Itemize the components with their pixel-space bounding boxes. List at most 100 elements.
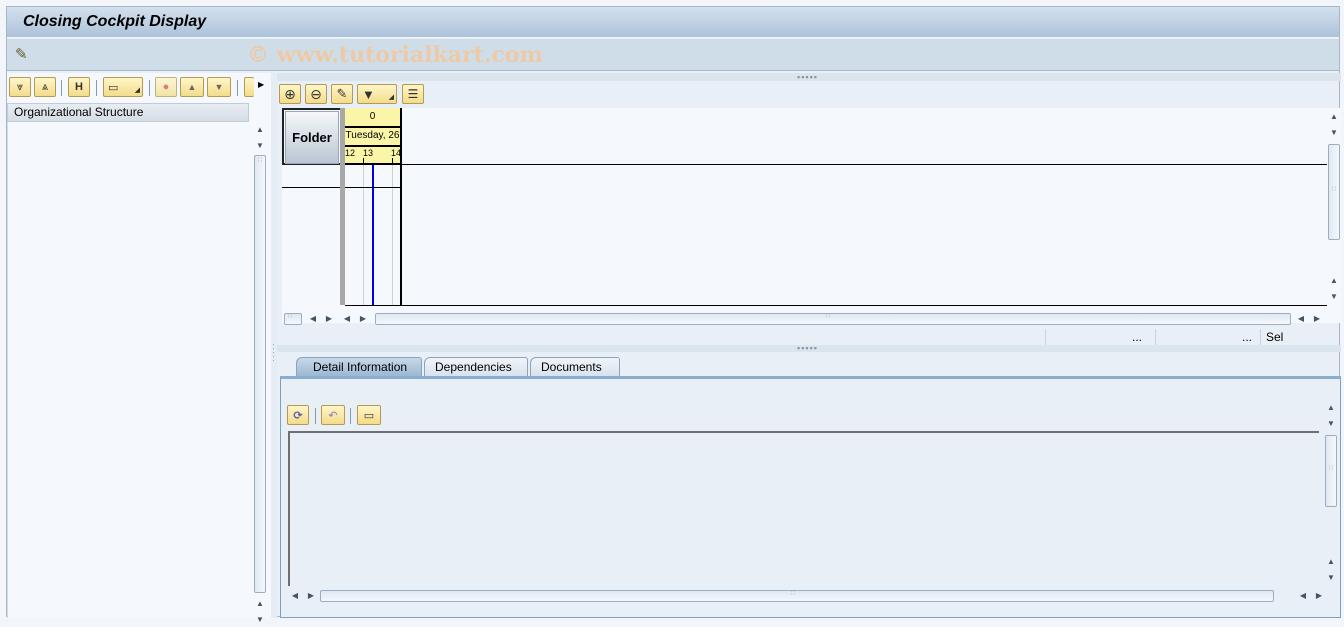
zoom-out-icon: ⊖ — [310, 85, 322, 102]
scroll-up-icon[interactable]: ▲ — [1324, 401, 1338, 415]
gantt-vertical-scrollbar[interactable]: ▲ ▼ ∷ ▲ ▼ — [1327, 108, 1341, 308]
scroll-left-icon[interactable]: ◀ — [1296, 589, 1310, 603]
gantt-toolbar: ⊕ ⊖ ✎ ▼ ◢ ☰ — [277, 81, 1341, 107]
status-field-2: ... — [1242, 330, 1253, 344]
scroll-thumb[interactable]: ∷ — [1328, 144, 1340, 240]
hat-icon: ● — [162, 81, 170, 93]
pencil-glasses-icon[interactable]: ✎ — [15, 45, 35, 65]
binoculars-icon: H — [75, 81, 83, 93]
hat-button[interactable]: ● — [155, 77, 177, 97]
grip-icon: ∷ — [1329, 465, 1334, 472]
scroll-left-icon[interactable]: ◀ — [288, 589, 302, 603]
org-tree[interactable] — [7, 122, 251, 618]
edit-chart-button[interactable]: ✎ — [331, 84, 353, 104]
splitter-grip-icon: ▪▪▪▪▪ — [797, 72, 818, 82]
scroll-right-icon[interactable]: ▶ — [304, 589, 318, 603]
arrow-up-icon: ▲ — [187, 82, 197, 92]
toolbar-separator — [96, 80, 97, 96]
expand-all-button[interactable]: ⩔ — [9, 77, 31, 97]
scroll-down-icon[interactable]: ▼ — [1324, 417, 1338, 431]
grip-icon: ∷ — [288, 313, 293, 320]
detail-tabs: Detail Information Dependencies Document… — [282, 357, 1341, 377]
detail-horizontal-scrollbar[interactable]: ◀ ▶ ∷ ◀ ▶ — [288, 589, 1322, 605]
undo-button[interactable]: ↶ — [321, 405, 345, 425]
hour-tick — [392, 158, 393, 163]
scroll-down-icon[interactable]: ▼ — [1327, 290, 1341, 304]
application-toolbar: ✎ © www.tutorialkart.com — [7, 39, 1339, 71]
time-scale-header: 0 Tuesday, 26 12 13 14 — [345, 108, 402, 165]
header-bottom-line — [402, 164, 1327, 165]
grip-icon: ∷ — [258, 157, 263, 164]
middle-splitter[interactable]: ▪▪▪▪▪ — [277, 344, 1341, 353]
find-button[interactable]: H — [68, 77, 90, 97]
zoom-out-button[interactable]: ⊖ — [305, 84, 327, 104]
scroll-thumb[interactable]: ∷ — [320, 590, 1274, 602]
collapse-icon: ⩓ — [41, 80, 49, 93]
gantt-chart-area[interactable] — [345, 165, 402, 305]
hour-label: 14 — [391, 148, 402, 158]
tab-documents[interactable]: Documents — [530, 357, 620, 377]
filter-icon: ▼ — [362, 86, 375, 102]
time-scale-divider — [345, 145, 400, 147]
hour-gridline — [392, 165, 393, 305]
scroll-up-icon[interactable]: ▲ — [1327, 274, 1341, 288]
zoom-in-icon: ⊕ — [284, 85, 296, 102]
tab-detail-information[interactable]: Detail Information — [296, 357, 422, 377]
zoom-in-button[interactable]: ⊕ — [279, 84, 301, 104]
printer-icon: ▭ — [108, 81, 119, 94]
move-down-button[interactable]: ▼ — [207, 77, 231, 97]
status-separator — [1260, 329, 1261, 345]
scroll-up-icon[interactable]: ▲ — [253, 123, 267, 137]
scroll-down-icon[interactable]: ▼ — [1327, 126, 1341, 140]
scroll-right-icon[interactable]: ▶ — [356, 312, 370, 326]
sap-window: Closing Cockpit Display ✎ © www.tutorial… — [6, 6, 1341, 624]
scroll-left-icon[interactable]: ◀ — [340, 312, 354, 326]
scroll-left-icon[interactable]: ◀ — [306, 312, 320, 326]
filter-button[interactable]: ▼ ◢ — [357, 84, 397, 104]
scroll-down-icon[interactable]: ▼ — [253, 613, 267, 627]
scroll-down-icon[interactable]: ▼ — [1324, 571, 1338, 585]
time-scale-day: Tuesday, 26 — [345, 130, 400, 141]
printer-icon: ▭ — [363, 409, 375, 422]
collapse-all-button[interactable]: ⩓ — [34, 77, 56, 97]
toolbar-separator — [149, 80, 150, 96]
row-divider — [282, 187, 340, 188]
tab-dependencies[interactable]: Dependencies — [424, 357, 528, 377]
toolbar-overflow-icon[interactable]: ▶ — [258, 80, 264, 89]
legend-button[interactable]: ☰ — [402, 84, 424, 104]
folder-column-button[interactable]: Folder — [285, 111, 339, 164]
chart-scroll-thumb[interactable]: ∷ — [375, 313, 1291, 325]
scroll-down-icon[interactable]: ▼ — [253, 139, 267, 153]
list-icon: ☰ — [407, 87, 419, 101]
scroll-up-icon[interactable]: ▲ — [1324, 555, 1338, 569]
print-button[interactable]: ▭ — [357, 405, 381, 425]
top-splitter[interactable]: ▪▪▪▪▪ — [277, 72, 1341, 82]
scroll-up-icon[interactable]: ▲ — [253, 597, 267, 611]
left-scroll-thumb[interactable]: ∷ — [284, 313, 302, 325]
scroll-thumb[interactable]: ∷ — [1325, 435, 1337, 507]
org-structure-panel: ⩔ ⩓ H ▭ ◢ ● ▲ ▼ ▶ Organizational Structur… — [7, 73, 271, 624]
detail-vertical-scrollbar[interactable]: ▲ ▼ ∷ ▲ ▼ — [1324, 401, 1338, 591]
scroll-right-icon[interactable]: ▶ — [322, 312, 336, 326]
scroll-up-icon[interactable]: ▲ — [1327, 110, 1341, 124]
gantt-horizontal-scrollbar[interactable]: ∷ ◀ ▶ ◀ ▶ ∷ ◀ ▶ — [282, 312, 1327, 326]
current-time-line — [372, 165, 374, 305]
move-up-button[interactable]: ▲ — [180, 77, 204, 97]
scroll-left-icon[interactable]: ◀ — [1294, 312, 1308, 326]
org-tree-scrollbar[interactable]: ▲ ▼ ∷ ▲ ▼ — [253, 123, 267, 624]
dropdown-arrow-icon[interactable]: ◢ — [135, 86, 140, 94]
more-tools-button[interactable] — [244, 77, 254, 97]
toolbar-separator — [61, 80, 62, 96]
column-header-org-structure[interactable]: Organizational Structure — [7, 103, 249, 122]
detail-text-area[interactable] — [288, 431, 1319, 586]
scroll-right-icon[interactable]: ▶ — [1310, 312, 1324, 326]
row-divider — [345, 187, 402, 188]
scroll-right-icon[interactable]: ▶ — [1312, 589, 1326, 603]
scroll-thumb[interactable]: ∷ — [254, 155, 266, 593]
print-button[interactable]: ▭ ◢ — [103, 77, 143, 97]
refresh-button[interactable]: ⟳ — [287, 405, 309, 425]
dropdown-arrow-icon[interactable]: ◢ — [389, 93, 394, 101]
expand-icon: ⩔ — [16, 80, 24, 93]
status-separator — [1155, 329, 1156, 345]
chart-edit-icon: ✎ — [336, 86, 348, 101]
